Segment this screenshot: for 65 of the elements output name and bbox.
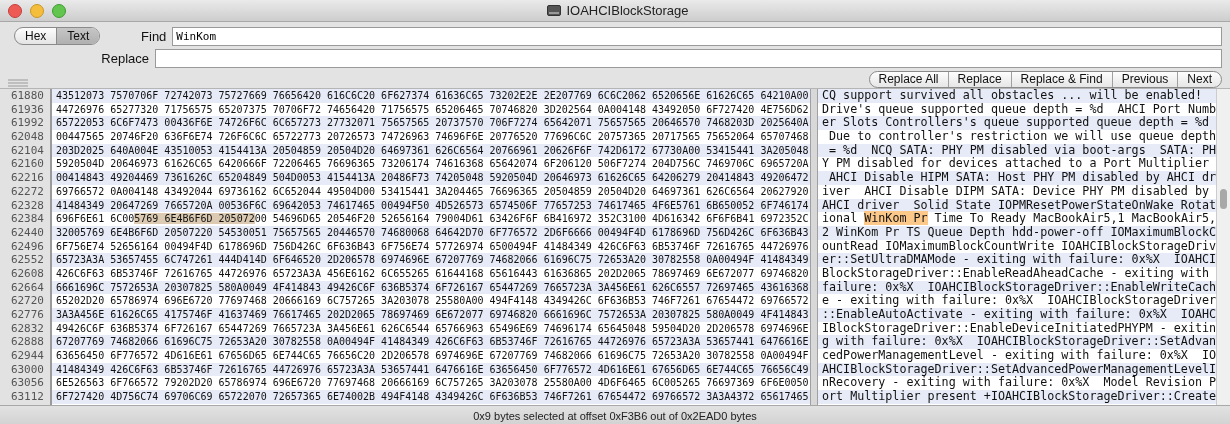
find-label: Find bbox=[140, 28, 167, 44]
window-title: IOAHCIBlockStorage bbox=[566, 3, 689, 18]
offset-number: 63112 bbox=[9, 390, 44, 404]
text-line: Y PM disabled for devices attached to a Port Multiplier bbox=[821, 157, 1210, 171]
offset-number: 62664 bbox=[9, 280, 44, 295]
offset-number: 62384 bbox=[9, 212, 44, 226]
find-field[interactable]: WinKom bbox=[172, 26, 1222, 46]
grip-icon[interactable] bbox=[8, 79, 28, 87]
hex-line: 696F6E61 6C005769 6E4B6F6D 20507200 54696D65 20546F20 52656164 79004D61 63426F6F 6B416972 352C3100 4D616342 6F6F6B41 6972352C bbox=[55, 212, 810, 226]
offset-number: 62216 bbox=[9, 171, 44, 185]
text-line: ional WinKom Pr Time To Ready MacBookAir5,1 MacBookAir5, bbox=[821, 212, 1216, 226]
hex-line: 6F756E74 52656164 00494F4D 6178696D 756D426C 6F636B43 6F756E74 57726974 6500494F 41484349 426C6F63 6B53746F 72616765 44726976 bbox=[55, 239, 810, 254]
text-line: ountRead IOMaximumBlockCountWrite IOAHCIBlockStorageDriv bbox=[821, 239, 1216, 254]
pane-splitter[interactable] bbox=[810, 89, 818, 405]
text-line: IBlockStorageDriver::EnableDeviceInitiatedPHYPM - exitin bbox=[821, 321, 1216, 336]
scroll-thumb[interactable] bbox=[1220, 189, 1227, 209]
status-text: 0x9 bytes selected at offset 0xF3B6 out of 0x2EAD0 bytes bbox=[0, 405, 1230, 424]
offset-number: 62496 bbox=[9, 239, 44, 254]
hex-line: 44726976 65277320 71756575 65207375 70706F72 74656420 71756575 65206465 70746820 3D202564 0A004148 43492050 6F727420 4E756D62 bbox=[55, 102, 810, 117]
offset-number: 62832 bbox=[9, 321, 44, 336]
text-line: BlockStorageDriver::EnableReadAheadCache - exiting with bbox=[821, 266, 1210, 281]
offset-number: 61880 bbox=[9, 89, 44, 103]
offset-number: 63000 bbox=[9, 362, 44, 377]
offset-number: 62048 bbox=[9, 130, 44, 144]
offset-number: 61936 bbox=[9, 102, 44, 117]
hex-line: 69766572 0A004148 43492044 69736162 6C652044 49504D00 53415441 3A204465 76696365 20504859 20504D20 64697361 626C6564 20627920 bbox=[55, 184, 810, 199]
close-button[interactable] bbox=[8, 3, 22, 18]
offset-number: 62104 bbox=[9, 143, 44, 158]
offset-number: 62720 bbox=[9, 294, 44, 308]
offset-number: 62160 bbox=[9, 157, 44, 172]
action-button[interactable]: Previous bbox=[1111, 71, 1178, 87]
offset-number: 62328 bbox=[9, 198, 44, 213]
text-line: cedPowerManagementLevel - exiting with failure: 0x%X IO bbox=[821, 349, 1216, 363]
text-line: iver AHCI Disable DIPM SATA: Device PHY PM disabled by bbox=[821, 184, 1210, 199]
offset-number: 62888 bbox=[9, 335, 44, 350]
action-button[interactable]: Replace bbox=[947, 71, 1011, 87]
hex-line: 00447565 20746F20 636F6E74 726F6C6C 65722773 20726573 74726963 74696F6E 20776520 77696C6C 20757365 20717565 75652064 65707468 bbox=[55, 130, 810, 144]
hex-line: 5920504D 20646973 61626C65 6420666F 72206465 76696365 73206174 74616368 65642074 6F206120 506F7274 204D756C 7469706C 6965720A bbox=[55, 157, 810, 172]
hex-line: 65202D20 65786974 696E6720 77697468 20666169 6C757265 3A203078 25580A00 494F4148 4349426C 6F636B53 746F7261 67654472 69766572 bbox=[55, 294, 810, 308]
hex-line: 426C6F63 6B53746F 72616765 44726976 65723A3A 456E6162 6C655265 61644168 65616443 61636865 202D2065 78697469 6E672077 69746820 bbox=[55, 266, 810, 281]
text-line: Due to controller's restriction we will use queue depth bbox=[828, 130, 1216, 144]
offset-number: 62552 bbox=[9, 253, 44, 267]
text-line: nRecovery - exiting with failure: 0x%X Model Revision P bbox=[821, 376, 1216, 390]
text-line: Drive's queue supported queue depth = %d AHCI Port Numb bbox=[821, 102, 1216, 117]
hex-line: 49426C6F 636B5374 6F726167 65447269 7665723A 3A456E61 626C6544 65766963 65496E69 74696174 65645048 59504D20 2D206578 6974696E bbox=[55, 321, 810, 336]
mode-tab[interactable]: Text bbox=[56, 28, 100, 44]
replace-field[interactable] bbox=[155, 48, 1222, 68]
text-line: e - exiting with failure: 0x%X IOAHCIBlockStorageDriver bbox=[821, 294, 1216, 308]
offset-number: 62440 bbox=[9, 225, 44, 240]
hex-line: 63656450 6F776572 4D616E61 67656D65 6E744C65 76656C20 2D206578 6974696E 67207769 74682066 61696C75 72653A20 30782558 0A00494F bbox=[55, 349, 810, 363]
offset-number: 62944 bbox=[9, 349, 44, 363]
offset-number: 63056 bbox=[9, 376, 44, 391]
minimize-button[interactable] bbox=[30, 3, 44, 18]
offset-number: 62272 bbox=[9, 184, 44, 199]
action-button[interactable]: Replace All bbox=[869, 71, 948, 87]
replace-label: Replace bbox=[100, 50, 149, 66]
offset-number: 62608 bbox=[9, 266, 44, 281]
offset-number: 62776 bbox=[9, 308, 44, 322]
zoom-button[interactable] bbox=[52, 3, 66, 18]
action-button[interactable]: Replace & Find bbox=[1010, 71, 1112, 87]
mode-tab[interactable]: Hex bbox=[15, 28, 57, 44]
action-button[interactable]: Next bbox=[1177, 71, 1221, 87]
scrollbar[interactable] bbox=[1216, 89, 1230, 405]
hex-line: 6E526563 6F766572 79202D20 65786974 696E6720 77697468 20666169 6C757265 3A203078 25580A00 4D6F6465 6C005265 76697369 6F6E0050 bbox=[55, 376, 810, 391]
offset-number: 61992 bbox=[9, 116, 44, 131]
